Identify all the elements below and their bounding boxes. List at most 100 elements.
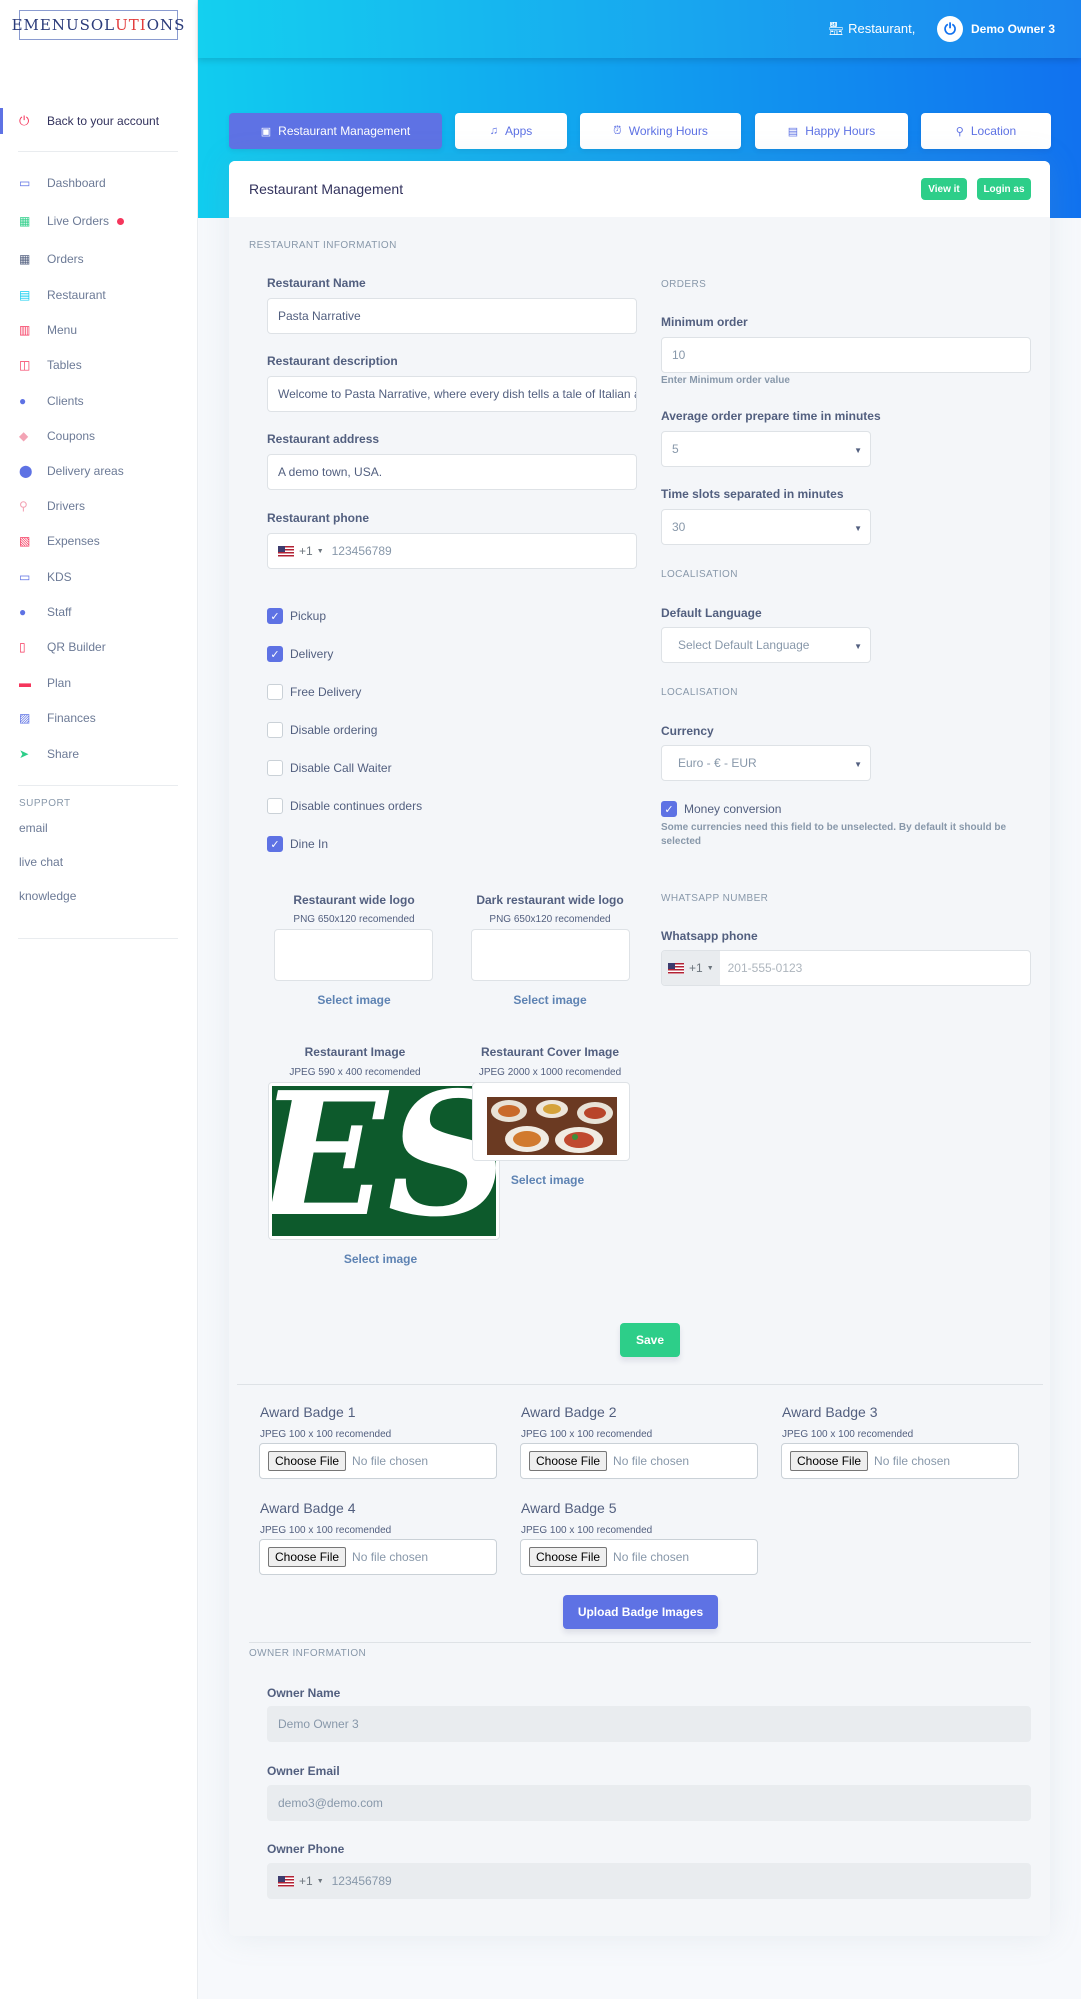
checkbox-box[interactable]	[267, 760, 283, 776]
checkbox-box[interactable]	[267, 722, 283, 738]
sidebar-item-menu[interactable]: ▥ Menu	[19, 319, 77, 341]
choose-file-button[interactable]: Choose File	[268, 1451, 347, 1471]
sidebar-item-expenses[interactable]: ▧ Expenses	[19, 530, 100, 552]
checkbox-box[interactable]: ✓	[267, 836, 283, 852]
no-file-text: No file chosen	[352, 1550, 429, 1564]
default-language-select[interactable]: Select Default Language ▼	[661, 627, 871, 663]
choose-file-button[interactable]: Choose File	[529, 1451, 608, 1471]
caret-down-icon: ▼	[706, 964, 714, 972]
disable-continues-orders-checkbox[interactable]: Disable continues orders	[267, 797, 422, 815]
choose-file-button[interactable]: Choose File	[790, 1451, 869, 1471]
disable-call-waiter-checkbox[interactable]: Disable Call Waiter	[267, 759, 392, 777]
dark-logo-preview[interactable]	[471, 929, 630, 981]
view-it-button[interactable]: View it	[921, 178, 967, 200]
user-name[interactable]: Demo Owner 3	[971, 22, 1055, 36]
time-slots-select[interactable]: 30 ▼	[661, 509, 871, 545]
restaurant-image-preview[interactable]: ES	[254, 1055, 510, 1255]
country-code: +1	[689, 961, 703, 975]
award-badge-3-file-input[interactable]: Choose File No file chosen	[781, 1443, 1019, 1479]
restaurant-address-input[interactable]: A demo town, USA.	[267, 454, 637, 490]
owner-email-input[interactable]: demo3@demo.com	[267, 1785, 1031, 1821]
support-link-live-chat[interactable]: live chat	[19, 855, 63, 869]
tab-location[interactable]: ⚲ Location	[921, 113, 1051, 149]
sidebar-item-drivers[interactable]: ⚲ Drivers	[19, 495, 85, 517]
country-code-selector[interactable]: +1 ▼	[278, 544, 324, 558]
checkbox-check-icon[interactable]: ✓	[661, 801, 677, 817]
checkbox-label: Delivery	[290, 647, 334, 661]
tables-icon: ◫	[19, 358, 31, 372]
back-to-account-link[interactable]: ⏻ Back to your account	[0, 108, 198, 134]
card-title: Restaurant Management	[249, 181, 404, 197]
checkbox-box[interactable]: ✓	[267, 646, 283, 662]
support-link-email[interactable]: email	[19, 821, 48, 835]
money-conversion-checkbox[interactable]: ✓ Money conversion	[661, 800, 781, 818]
minimum-order-input[interactable]: 10	[661, 337, 1031, 373]
restaurant-image-select-button[interactable]: Select image	[268, 1252, 493, 1266]
wide-logo-select-button[interactable]: Select image	[274, 993, 434, 1007]
restaurant-description-input[interactable]: Welcome to Pasta Narrative, where every …	[267, 376, 637, 412]
country-code-selector[interactable]: +1 ▼	[662, 951, 720, 985]
support-link-knowledge[interactable]: knowledge	[19, 889, 76, 903]
sidebar-item-coupons[interactable]: ◆ Coupons	[19, 425, 95, 447]
cover-image-select-button[interactable]: Select image	[470, 1173, 625, 1187]
tab-apps[interactable]: ♫ Apps	[455, 113, 567, 149]
checkbox-box[interactable]	[267, 798, 283, 814]
top-restaurant-link[interactable]: 🏪︎ Restaurant,	[828, 21, 915, 37]
section-divider	[237, 1384, 1043, 1385]
currency-select[interactable]: Euro - € - EUR ▼	[661, 745, 871, 781]
sidebar-item-plan[interactable]: ▬ Plan	[19, 672, 71, 694]
save-button[interactable]: Save	[620, 1323, 680, 1357]
disable-ordering-checkbox[interactable]: Disable ordering	[267, 721, 377, 739]
login-as-button[interactable]: Login as	[977, 178, 1031, 200]
dark-logo-title: Dark restaurant wide logo	[476, 893, 624, 907]
tab-happy-hours[interactable]: ▤ Happy Hours	[755, 113, 908, 149]
award-badge-2-file-input[interactable]: Choose File No file chosen	[520, 1443, 758, 1479]
delivery-checkbox[interactable]: ✓ Delivery	[267, 645, 333, 663]
dine-in-checkbox[interactable]: ✓ Dine In	[267, 835, 328, 853]
sidebar-item-delivery-areas[interactable]: ⬤ Delivery areas	[19, 460, 124, 482]
sidebar-item-staff[interactable]: ● Staff	[19, 601, 71, 623]
award-badge-4-file-input[interactable]: Choose File No file chosen	[259, 1539, 497, 1575]
dark-logo-select-button[interactable]: Select image	[470, 993, 630, 1007]
owner-phone-input[interactable]: +1 ▼ 123456789	[267, 1863, 1031, 1899]
checkbox-box[interactable]	[267, 684, 283, 700]
cover-image-preview[interactable]	[472, 1082, 630, 1161]
award-badge-5-file-input[interactable]: Choose File No file chosen	[520, 1539, 758, 1575]
logo-text: NS	[160, 16, 186, 34]
upload-badge-images-button[interactable]: Upload Badge Images	[563, 1595, 718, 1629]
award-badge-1-file-input[interactable]: Choose File No file chosen	[259, 1443, 497, 1479]
pickup-checkbox[interactable]: ✓ Pickup	[267, 607, 326, 625]
user-avatar[interactable]: ⏻	[937, 16, 963, 42]
sidebar-item-tables[interactable]: ◫ Tables	[19, 354, 82, 376]
tab-working-hours[interactable]: ⏰︎ Working Hours	[580, 113, 741, 149]
minimum-order-help: Enter Minimum order value	[661, 375, 790, 386]
restaurant-name-input[interactable]: Pasta Narrative	[267, 298, 637, 334]
sidebar-item-label: Plan	[47, 676, 72, 690]
sidebar-item-live-orders[interactable]: ▦ Live Orders	[19, 210, 125, 232]
checkbox-box[interactable]: ✓	[267, 608, 283, 624]
country-code-selector[interactable]: +1 ▼	[278, 1874, 324, 1888]
sidebar-item-dashboard[interactable]: ▭ Dashboard	[19, 172, 106, 194]
sidebar-item-clients[interactable]: ● Clients	[19, 390, 84, 412]
choose-file-button[interactable]: Choose File	[268, 1547, 347, 1567]
sidebar-item-finances[interactable]: ▨ Finances	[19, 707, 96, 729]
sidebar-item-qr-builder[interactable]: ▯ QR Builder	[19, 636, 106, 658]
tab-restaurant-management[interactable]: ▣ Restaurant Management	[229, 113, 442, 149]
sidebar-item-kds[interactable]: ▭ KDS	[19, 566, 72, 588]
brand-logo[interactable]: EMENUSOL U TI O NS	[12, 10, 184, 40]
free-delivery-checkbox[interactable]: Free Delivery	[267, 683, 361, 701]
choose-file-button[interactable]: Choose File	[529, 1547, 608, 1567]
checkbox-label: Pickup	[290, 609, 327, 623]
sidebar-item-orders[interactable]: ▦ Orders	[19, 248, 84, 270]
wide-logo-preview[interactable]	[274, 929, 433, 981]
prepare-time-select[interactable]: 5 ▼	[661, 431, 871, 467]
back-to-account-label: Back to your account	[47, 114, 160, 128]
sidebar-item-label: Live Orders	[47, 214, 110, 228]
restaurant-phone-input[interactable]: +1 ▼ 123456789	[267, 533, 637, 569]
basket-icon: ▦	[19, 214, 31, 228]
owner-name-input[interactable]: Demo Owner 3	[267, 1706, 1031, 1742]
sidebar-item-share[interactable]: ➤ Share	[19, 743, 79, 765]
sidebar-item-restaurant[interactable]: ▤ Restaurant	[19, 284, 106, 306]
logo-text: TI	[128, 16, 147, 34]
whatsapp-phone-input[interactable]: +1 ▼ 201-555-0123	[661, 950, 1031, 986]
